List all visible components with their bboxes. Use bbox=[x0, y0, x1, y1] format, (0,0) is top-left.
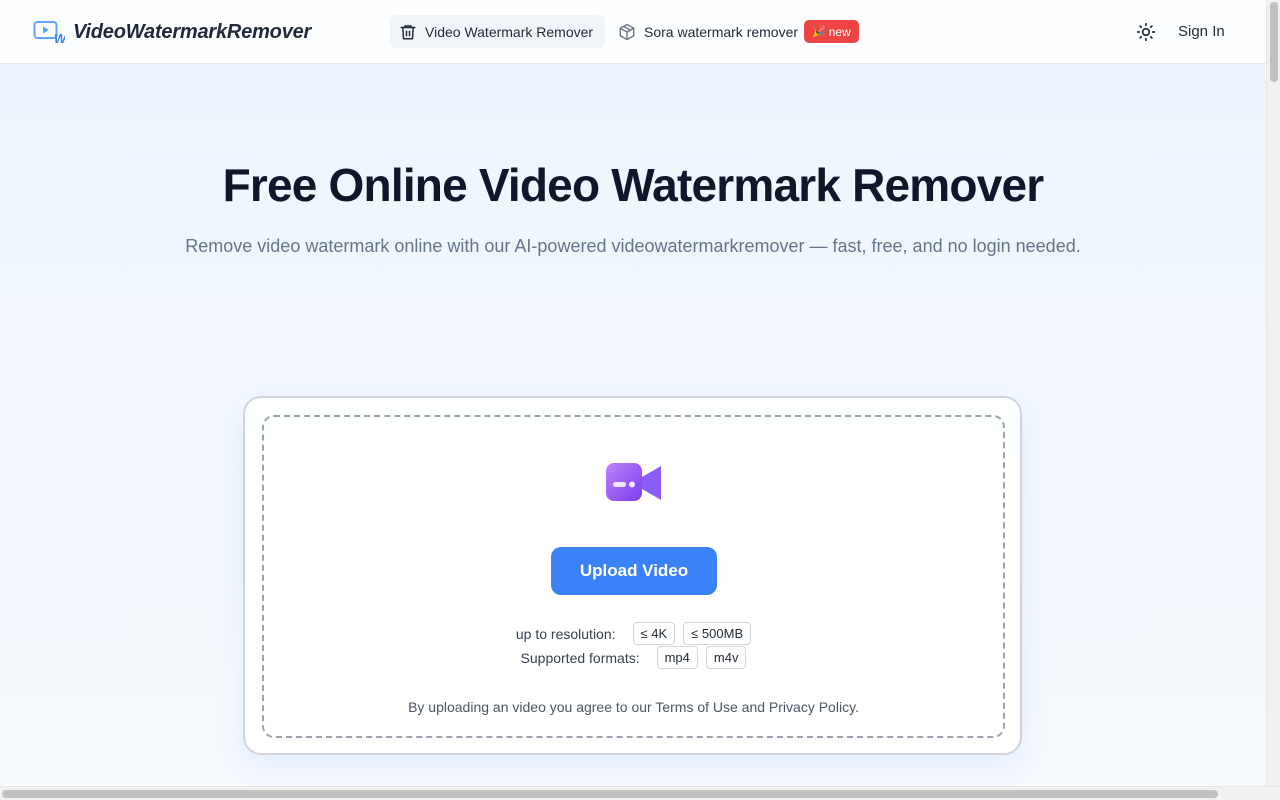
sun-icon bbox=[1136, 22, 1156, 42]
resolution-row: up to resolution: ≤ 4K ≤ 500MB bbox=[264, 622, 1003, 645]
theme-toggle-button[interactable] bbox=[1134, 20, 1158, 44]
cube-icon bbox=[619, 23, 635, 40]
party-icon: 🎉 bbox=[812, 26, 826, 38]
nav-video-watermark-remover[interactable]: Video Watermark Remover bbox=[390, 15, 605, 48]
formats-row: Supported formats: mp4 m4v bbox=[264, 646, 1003, 669]
format-tag-m4v: m4v bbox=[705, 646, 747, 669]
vertical-scrollbar-thumb[interactable] bbox=[1270, 2, 1278, 82]
resolution-label: up to resolution: bbox=[515, 625, 616, 642]
size-tag: ≤ 500MB bbox=[683, 622, 752, 645]
logo-text: VideoWatermarkRemover bbox=[73, 20, 312, 43]
horizontal-scrollbar-thumb[interactable] bbox=[2, 790, 1218, 798]
page-title: Free Online Video Watermark Remover bbox=[222, 159, 1045, 211]
page-subtitle: Remove video watermark online with our A… bbox=[185, 236, 1081, 256]
sign-in-link[interactable]: Sign In bbox=[1178, 23, 1225, 40]
logo[interactable]: W VideoWatermarkRemover bbox=[33, 19, 311, 45]
vertical-scrollbar[interactable] bbox=[1266, 0, 1280, 786]
badge-label: new bbox=[828, 24, 851, 39]
terms-notice: By uploading an video you agree to our T… bbox=[408, 699, 859, 715]
nav-sora-watermark-remover[interactable]: Sora watermark remover 🎉 new bbox=[609, 15, 868, 48]
format-tag-mp4: mp4 bbox=[656, 646, 698, 669]
upload-card: Upload Video up to resolution: ≤ 4K ≤ 50… bbox=[243, 396, 1022, 755]
svg-text:W: W bbox=[54, 31, 65, 45]
horizontal-scrollbar[interactable] bbox=[0, 786, 1280, 800]
top-nav-bar: W VideoWatermarkRemover Video Watermark … bbox=[0, 0, 1266, 64]
logo-icon: W bbox=[33, 21, 65, 45]
trash-icon bbox=[400, 24, 416, 39]
nav-label: Sora watermark remover bbox=[644, 23, 799, 40]
new-badge: 🎉 new bbox=[804, 20, 859, 43]
resolution-tag: ≤ 4K bbox=[632, 622, 676, 645]
upload-video-button[interactable]: Upload Video bbox=[551, 547, 717, 595]
nav-label: Video Watermark Remover bbox=[425, 23, 594, 40]
formats-label: Supported formats: bbox=[520, 649, 640, 666]
upload-dropzone[interactable]: Upload Video up to resolution: ≤ 4K ≤ 50… bbox=[262, 415, 1005, 738]
video-camera-icon bbox=[606, 463, 661, 501]
